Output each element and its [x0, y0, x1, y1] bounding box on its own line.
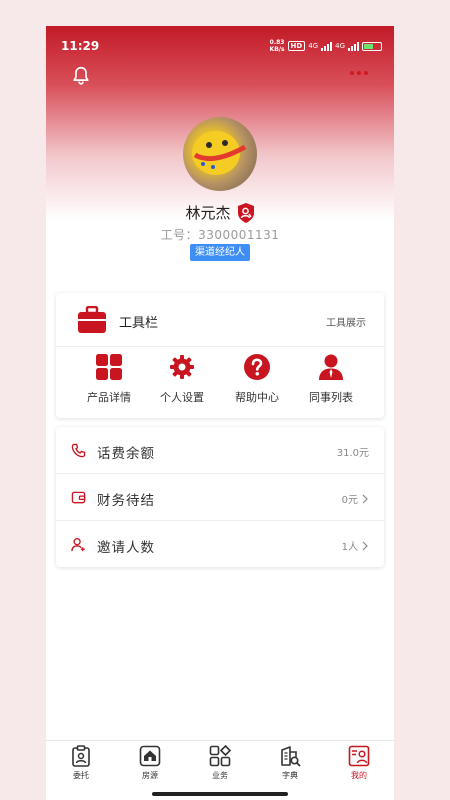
- tool-grid: 产品详情 个人设置 帮助中心 同事列表: [56, 353, 384, 413]
- tab-label: 字典: [282, 771, 298, 780]
- toolbox-icon: [78, 306, 106, 333]
- tool-label: 帮助中心: [235, 391, 279, 404]
- avatar[interactable]: [183, 117, 257, 191]
- agent-badge-icon: [237, 202, 254, 223]
- toolbox-title: 工具栏: [119, 316, 159, 331]
- chevron-right-icon: [362, 494, 368, 503]
- tab-mine[interactable]: 我的: [334, 745, 384, 781]
- house-icon: [139, 745, 161, 767]
- tool-personal-settings[interactable]: 个人设置: [145, 353, 219, 405]
- list-item-label: 邀请人数: [97, 540, 155, 556]
- business-icon: [209, 745, 231, 767]
- tab-dictionary[interactable]: 字典: [265, 745, 315, 781]
- phone-icon: [71, 443, 86, 458]
- screen: 11:29 0.83 KB/s HD 4G 4G 林元杰 工号：33000011…: [46, 26, 394, 800]
- tool-product-details[interactable]: 产品详情: [72, 353, 146, 405]
- bell-icon[interactable]: [70, 65, 92, 87]
- staff-id: 工号：3300001131: [160, 228, 280, 242]
- list-item-invited-count[interactable]: 邀请人数 1人: [56, 521, 384, 568]
- tab-label: 房源: [142, 771, 158, 780]
- name-row: 林元杰: [46, 202, 394, 223]
- tab-label: 我的: [351, 771, 367, 780]
- network-type-2: 4G: [335, 42, 345, 50]
- commission-icon: [72, 745, 90, 767]
- toolbox-card: 工具栏 工具展示 产品详情 个人设置 帮助中心 同事列表: [56, 293, 384, 418]
- grid-icon: [96, 354, 122, 380]
- list-item-value: 0元: [342, 491, 369, 506]
- toolbox-show-link[interactable]: 工具展示: [326, 314, 366, 329]
- tool-label: 产品详情: [87, 391, 131, 404]
- list-item-phone-balance[interactable]: 话费余额 31.0元: [56, 427, 384, 474]
- add-user-icon: [71, 538, 85, 552]
- home-indicator[interactable]: [152, 792, 288, 796]
- user-name: 林元杰: [185, 204, 231, 222]
- help-icon: [244, 354, 270, 380]
- account-list-card: 话费余额 31.0元 财务待结 0元 邀请人数 1人: [56, 427, 384, 567]
- more-dots-icon[interactable]: [350, 66, 372, 80]
- network-type-1: 4G: [308, 42, 319, 50]
- list-item-label: 话费余额: [97, 446, 155, 462]
- status-bar: 11:29 0.83 KB/s HD 4G 4G: [46, 26, 394, 66]
- status-time: 11:29: [61, 39, 100, 53]
- profile-icon: [348, 745, 370, 767]
- gear-icon: [170, 355, 194, 379]
- battery-icon: [362, 41, 382, 51]
- bottom-tab-bar: 委托 房源 业务 字典 我的: [46, 740, 394, 790]
- list-item-label: 财务待结: [97, 493, 155, 509]
- list-item-pending-finance[interactable]: 财务待结 0元: [56, 474, 384, 521]
- dictionary-icon: [281, 746, 301, 767]
- tool-help-center[interactable]: 帮助中心: [220, 353, 294, 405]
- tab-business[interactable]: 业务: [195, 745, 245, 781]
- user-icon: [319, 354, 343, 380]
- tool-label: 个人设置: [160, 391, 204, 404]
- wallet-icon: [71, 491, 86, 504]
- list-item-value: 31.0元: [336, 448, 369, 459]
- tab-label: 业务: [212, 771, 228, 780]
- network-speed: 0.83 KB/s: [269, 39, 285, 53]
- toolbox-header: 工具栏 工具展示: [56, 293, 384, 347]
- tab-listings[interactable]: 房源: [125, 745, 175, 781]
- tab-commission[interactable]: 委托: [56, 745, 106, 781]
- hd-icon: HD: [287, 41, 306, 51]
- signal-icon: [348, 41, 359, 51]
- tab-label: 委托: [73, 771, 89, 780]
- chevron-right-icon: [362, 541, 368, 550]
- signal-icon: [321, 41, 333, 51]
- tool-colleague-list[interactable]: 同事列表: [294, 353, 368, 405]
- role-badge: 渠道经纪人: [190, 244, 250, 261]
- status-indicators: 0.83 KB/s HD 4G 4G: [270, 39, 382, 53]
- tool-label: 同事列表: [309, 391, 353, 404]
- list-item-value: 1人: [342, 538, 369, 553]
